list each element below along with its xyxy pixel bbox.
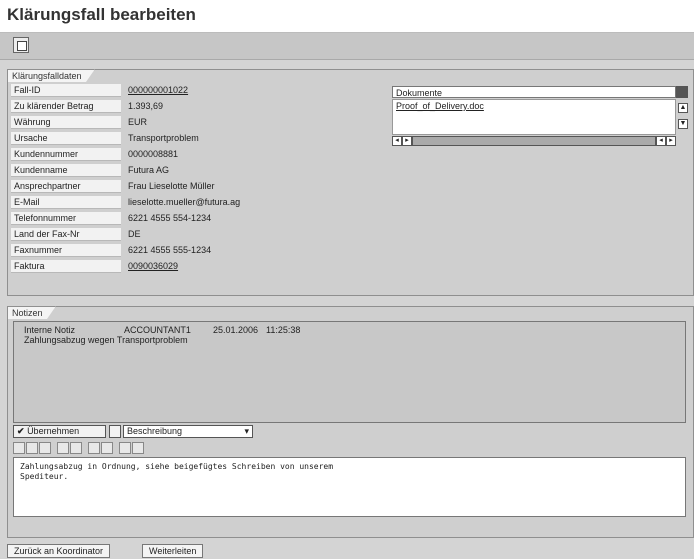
paste-icon[interactable]: [39, 442, 51, 454]
cut-icon[interactable]: [13, 442, 25, 454]
redo-icon[interactable]: [70, 442, 82, 454]
field-value: Frau Lieselotte Müller: [128, 181, 215, 191]
display-change-icon[interactable]: [13, 37, 29, 53]
field-value: 6221 4555 554-1234: [128, 213, 212, 223]
field-label: Zu klärender Betrag: [11, 100, 121, 113]
undo-icon[interactable]: [57, 442, 69, 454]
documents-header: Dokumente: [392, 86, 676, 98]
field-label: Faxnummer: [11, 244, 121, 257]
case-data-group: Klärungsfalldaten Dokumente Proof_of_Del…: [7, 69, 694, 296]
field-value: DE: [128, 229, 141, 239]
field-label: Fall-ID: [11, 84, 121, 97]
field-value: Transportproblem: [128, 133, 199, 143]
select-dropdown-icon[interactable]: ▾: [244, 426, 249, 437]
note-type: Interne Notiz: [24, 325, 76, 335]
editor-icon-bar: [13, 441, 686, 456]
field-value[interactable]: 000000001022: [128, 84, 188, 97]
field-label: Währung: [11, 116, 121, 129]
field-value: 6221 4555 555-1234: [128, 245, 212, 255]
field-label: Land der Fax-Nr: [11, 228, 121, 241]
field-value: 1.393,69: [128, 101, 164, 111]
page-title: Klärungsfall bearbeiten: [7, 5, 196, 24]
scroll-down-icon[interactable]: ▼: [678, 119, 688, 129]
field-value: Futura AG: [128, 165, 170, 175]
field-value[interactable]: 0090036029: [128, 260, 178, 273]
case-data-group-title: Klärungsfalldaten: [7, 69, 95, 82]
table-settings-icon[interactable]: [676, 86, 688, 98]
note-text: Zahlungsabzug wegen Transportproblem: [24, 335, 188, 345]
note-date: 25.01.2006: [213, 325, 259, 335]
delete-icon[interactable]: [109, 425, 121, 438]
description-select[interactable]: Beschreibung ▾: [123, 425, 253, 438]
scroll-first-icon[interactable]: ◂: [392, 136, 402, 146]
scroll-right-icon[interactable]: ◂: [656, 136, 666, 146]
forward-button[interactable]: Weiterleiten: [142, 544, 204, 558]
notes-group: Notizen Interne Notiz ACCOUNTANT1 25.01.…: [7, 306, 694, 538]
scroll-up-icon[interactable]: ▲: [678, 103, 688, 113]
apply-button[interactable]: ✔ Übernehmen: [13, 425, 106, 438]
editor-toolbar: ✔ Übernehmen Beschreibung ▾: [13, 425, 686, 439]
field-value: 0000008881: [128, 149, 179, 159]
note-input[interactable]: Zahlungsabzug in Ordnung, siehe beigefüg…: [13, 457, 686, 517]
note-user: ACCOUNTANT1: [124, 325, 191, 335]
field-label: Ursache: [11, 132, 121, 145]
load-file-icon[interactable]: [119, 442, 131, 454]
save-file-icon[interactable]: [132, 442, 144, 454]
toolbar: [0, 32, 694, 60]
field-label: Faktura: [11, 260, 121, 273]
horizontal-scrollbar[interactable]: [412, 136, 656, 146]
field-value: EUR: [128, 117, 148, 127]
title-bar: Klärungsfall bearbeiten: [0, 0, 694, 32]
copy-icon[interactable]: [26, 442, 38, 454]
checkmark-icon: ✔: [17, 426, 25, 436]
apply-label: Übernehmen: [27, 426, 80, 436]
field-label: Kundenname: [11, 164, 121, 177]
field-label: Ansprechpartner: [11, 180, 121, 193]
scroll-last-icon[interactable]: ▸: [666, 136, 676, 146]
notes-display: Interne Notiz ACCOUNTANT1 25.01.2006 11:…: [13, 321, 686, 423]
note-time: 11:25:38: [266, 325, 301, 335]
document-link[interactable]: Proof_of_Delivery.doc: [396, 101, 484, 111]
description-select-value: Beschreibung: [127, 426, 183, 436]
field-value: lieselotte.mueller@futura.ag: [128, 197, 241, 207]
documents-list: Proof_of_Delivery.doc: [392, 99, 676, 135]
field-label: E-Mail: [11, 196, 121, 209]
find-next-icon[interactable]: [101, 442, 113, 454]
back-to-coordinator-button[interactable]: Zurück an Koordinator: [7, 544, 111, 558]
notes-group-title: Notizen: [7, 306, 56, 319]
field-label: Kundennummer: [11, 148, 121, 161]
field-label: Telefonnummer: [11, 212, 121, 225]
find-icon[interactable]: [88, 442, 100, 454]
scroll-left-icon[interactable]: ▸: [402, 136, 412, 146]
